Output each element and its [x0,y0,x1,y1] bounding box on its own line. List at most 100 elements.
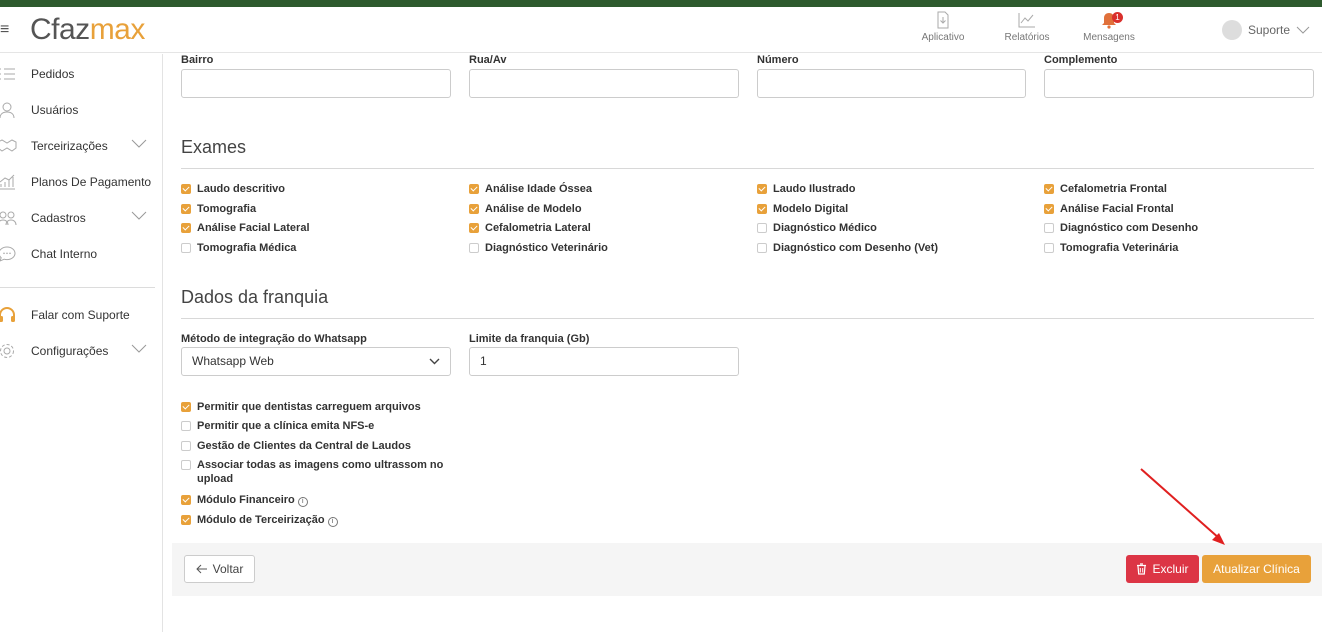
exam-checkbox[interactable]: Laudo descritivo [181,182,285,196]
checkbox-checked[interactable] [181,204,191,214]
complemento-input[interactable] [1044,69,1314,98]
exam-label: Modelo Digital [773,203,849,215]
exam-checkbox[interactable]: Diagnóstico com Desenho (Vet) [757,241,938,255]
chart-icon [1018,13,1035,28]
checkbox-checked[interactable] [1044,204,1054,214]
field-label-complemento: Complemento [1044,54,1118,66]
sidebar-divider [0,287,155,288]
exam-checkbox[interactable]: Diagnóstico com Desenho [1044,221,1198,235]
exam-checkbox[interactable]: Tomografia Veterinária [1044,241,1178,255]
checkbox-unchecked[interactable] [181,243,191,253]
nav-relatorios[interactable]: Relatórios [992,11,1062,43]
exam-checkbox[interactable]: Cefalometria Frontal [1044,182,1167,196]
sidebar-item-cadastros[interactable]: Cadastros [0,206,162,230]
app-logo[interactable]: Cfazmax [30,13,145,47]
chevron-down-icon [131,211,147,220]
franchise-option-checkbox[interactable]: Módulo Financeiro i [181,493,451,507]
exam-label: Diagnóstico com Desenho (Vet) [773,242,939,254]
checkbox-unchecked[interactable] [1044,243,1054,253]
update-clinic-button[interactable]: Atualizar Clínica [1202,555,1311,583]
checkbox-checked[interactable] [757,184,767,194]
user-icon [0,100,18,120]
back-button[interactable]: Voltar [184,555,255,583]
sidebar-item-chat[interactable]: Chat Interno [0,242,162,266]
sidebar-item-terceirizacoes[interactable]: Terceirizações [0,134,162,158]
checkbox-unchecked[interactable] [469,243,479,253]
franchise-option-checkbox[interactable]: Permitir que a clínica emita NFS-e [181,419,451,433]
franchise-limit-label: Limite da franquia (Gb) [469,333,590,345]
exam-label: Tomografia [197,203,257,215]
checkbox-checked[interactable] [469,223,479,233]
checkbox-unchecked[interactable] [757,243,767,253]
section-divider [181,168,1314,169]
checkbox-checked[interactable] [181,184,191,194]
top-accent-strip [0,0,1322,7]
exam-checkbox[interactable]: Tomografia [181,202,256,216]
sidebar: Pedidos Usuários Terceirizações Planos D… [0,54,163,632]
exam-label: Tomografia Veterinária [1060,242,1179,254]
option-label: Permitir que a clínica emita NFS-e [197,420,375,432]
checkbox-checked[interactable] [181,495,191,505]
franchise-option-checkbox[interactable]: Permitir que dentistas carreguem arquivo… [181,400,451,414]
exam-checkbox[interactable]: Análise Idade Óssea [469,182,592,196]
checkbox-checked[interactable] [1044,184,1054,194]
checkbox-checked[interactable] [181,515,191,525]
nav-aplicativo[interactable]: Aplicativo [908,11,978,43]
headset-icon [0,305,18,325]
option-label-wrap: Gestão de Clientes da Central de Laudos [197,439,411,453]
numero-input[interactable] [757,69,1026,98]
whatsapp-method-select[interactable]: Whatsapp Web [181,347,451,376]
sidebar-item-pedidos[interactable]: Pedidos [0,62,162,86]
exam-checkbox[interactable]: Diagnóstico Veterinário [469,241,608,255]
sidebar-item-usuarios[interactable]: Usuários [0,98,162,122]
exam-label: Diagnóstico com Desenho [1060,222,1199,234]
franchise-option-checkbox[interactable]: Módulo de Terceirização i [181,513,451,527]
info-icon[interactable]: i [297,497,308,507]
users-icon [0,208,18,228]
checkbox-unchecked[interactable] [757,223,767,233]
exam-label: Análise Facial Lateral [197,222,310,234]
option-label-wrap: Permitir que dentistas carreguem arquivo… [197,400,421,414]
exam-checkbox[interactable]: Tomografia Médica [181,241,296,255]
whatsapp-method-label: Método de integração do Whatsapp [181,333,367,345]
user-menu[interactable]: Suporte [1221,20,1310,40]
exam-checkbox[interactable]: Análise Facial Lateral [181,221,310,235]
hamburger-icon[interactable]: ≡ [0,21,9,39]
info-icon[interactable]: i [327,517,338,527]
franchise-option-checkbox[interactable]: Associar todas as imagens como ultrassom… [181,458,451,486]
option-label: Gestão de Clientes da Central de Laudos [197,440,411,452]
checkbox-checked[interactable] [181,402,191,412]
bairro-input[interactable] [181,69,451,98]
checkbox-unchecked[interactable] [181,421,191,431]
exam-label: Cefalometria Lateral [485,222,591,234]
franchise-option-checkbox[interactable]: Gestão de Clientes da Central de Laudos [181,439,451,453]
exam-label: Análise Facial Frontal [1060,203,1174,215]
option-label-continued: upload [197,473,234,485]
exam-label: Tomografia Médica [197,242,297,254]
checkbox-checked[interactable] [469,184,479,194]
option-label-wrap: Permitir que a clínica emita NFS-e [197,419,374,433]
exam-checkbox[interactable]: Cefalometria Lateral [469,221,591,235]
exam-checkbox[interactable]: Modelo Digital [757,202,848,216]
exam-checkbox[interactable]: Análise Facial Frontal [1044,202,1174,216]
sidebar-item-configuracoes[interactable]: Configurações [0,339,162,363]
sidebar-item-suporte[interactable]: Falar com Suporte [0,303,162,327]
checkbox-checked[interactable] [469,204,479,214]
list-icon [0,64,18,84]
exam-checkbox[interactable]: Análise de Modelo [469,202,582,216]
checkbox-unchecked[interactable] [181,441,191,451]
checkbox-checked[interactable] [181,223,191,233]
exam-checkbox[interactable]: Diagnóstico Médico [757,221,877,235]
checkbox-checked[interactable] [757,204,767,214]
trash-icon [1137,563,1147,575]
checkbox-unchecked[interactable] [181,460,191,470]
exam-label: Análise Idade Óssea [485,183,592,195]
option-label: Módulo de Terceirização [197,514,325,526]
sidebar-item-planos[interactable]: Planos De Pagamento [0,170,162,194]
delete-button[interactable]: Excluir [1126,555,1199,583]
exam-checkbox[interactable]: Laudo Ilustrado [757,182,856,196]
checkbox-unchecked[interactable] [1044,223,1054,233]
franchise-limit-input[interactable]: 1 [469,347,739,376]
nav-mensagens[interactable]: 1 Mensagens [1074,11,1144,43]
rua-input[interactable] [469,69,739,98]
